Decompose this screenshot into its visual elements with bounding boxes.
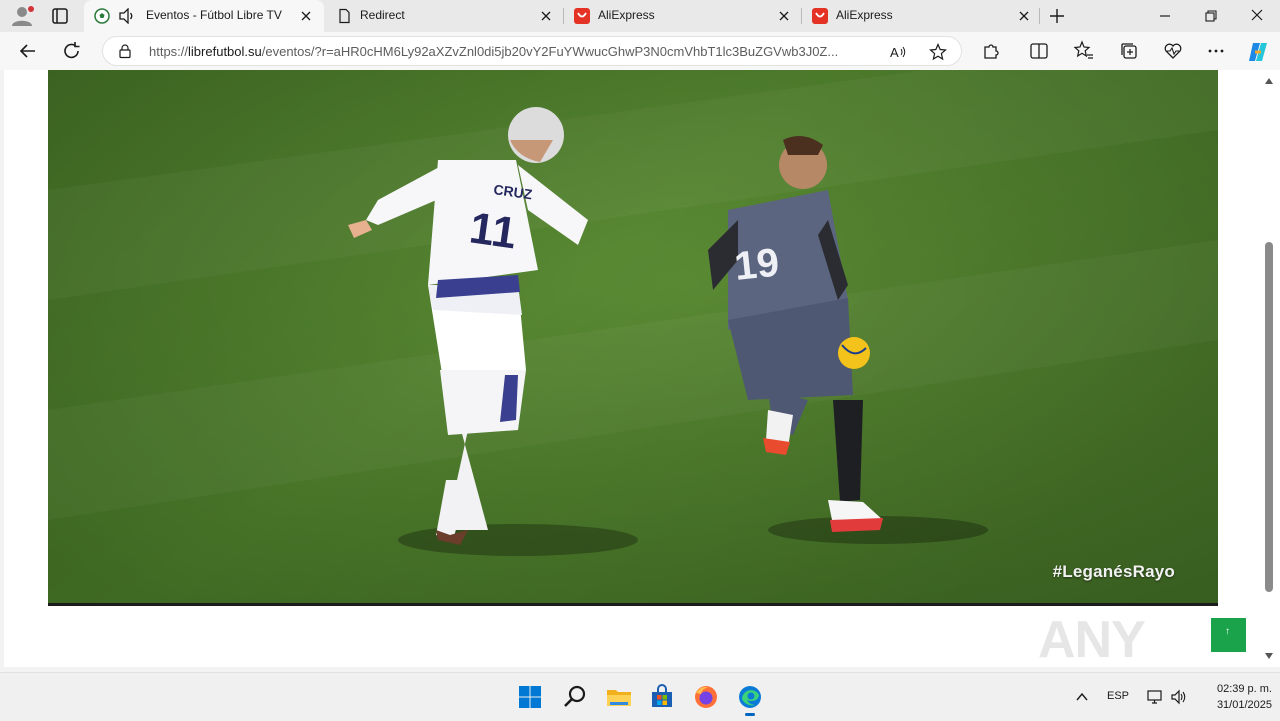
collections-icon [1121,43,1137,59]
tab-eventos[interactable]: Eventos - Fútbol Libre TV [84,0,324,32]
close-window-button[interactable] [1246,6,1268,26]
firefox-icon [695,686,717,708]
refresh-button[interactable] [60,40,84,62]
page-scrollbar[interactable] [1260,70,1280,667]
restore-button[interactable] [1200,6,1222,26]
restore-icon [1205,10,1217,22]
copilot-icon [1249,43,1267,61]
taskbar-firefox[interactable] [692,683,720,711]
tab-strip: Eventos - Fútbol Libre TV Redirect AliEx… [0,0,1280,32]
tab-actions-button[interactable] [48,6,72,26]
file-explorer-icon [607,690,631,706]
tab-title: AliExpress [598,8,655,22]
taskbar-search-button[interactable] [561,683,589,711]
tab-title: Redirect [360,8,405,22]
back-button[interactable] [16,40,40,62]
tab-redirect[interactable]: Redirect [326,0,562,32]
page-icon [339,8,350,24]
volume-icon[interactable] [1170,689,1188,705]
copilot-button[interactable] [1246,40,1268,62]
soccer-ball-icon [94,8,110,24]
web-page: CRUZ 11 19 #LeganésRayo ANY ↑ [4,70,1260,667]
puzzle-icon [984,44,999,59]
plus-icon [1050,9,1064,23]
tab-separator [1039,8,1040,24]
svg-text:A: A [890,45,899,60]
microsoft-store-icon [652,684,672,707]
close-tab-icon[interactable] [776,8,792,24]
collections-button[interactable] [1118,40,1140,62]
back-arrow-icon [19,44,35,58]
clock-date: 31/01/2025 [1216,699,1272,711]
scroll-up-arrow-icon[interactable] [1264,76,1274,86]
scroll-down-arrow-icon[interactable] [1264,651,1274,661]
heart-pulse-icon [1164,43,1182,59]
start-button[interactable] [516,683,544,711]
player-left-number: 11 [467,203,520,258]
minimize-button[interactable] [1154,6,1176,26]
taskbar-edge[interactable] [736,683,764,716]
anyrun-watermark: ANY RUN [1038,611,1145,667]
close-tab-icon[interactable] [538,8,554,24]
close-tab-icon[interactable] [1016,8,1032,24]
search-icon [564,685,586,707]
close-tab-icon[interactable] [298,8,314,24]
url-text[interactable]: https://librefutbol.su/eventos/?r=aHR0cH… [149,44,884,59]
scroll-to-top-button[interactable]: ↑ [1211,618,1246,652]
player-right-number: 19 [732,241,781,289]
active-app-indicator [745,713,755,716]
tab-title: Eventos - Fútbol Libre TV [146,8,282,22]
video-bottom-border [48,603,1218,606]
windows-taskbar: ESP 02:39 p. m. 31/01/2025 [0,672,1280,721]
aliexpress-icon [574,8,590,24]
tab-aliexpress-2[interactable]: AliExpress [802,0,1038,32]
url-path: /eventos/?r=aHR0cHM6Ly92aXZvZnl0di5jb20v… [261,44,839,59]
url-prefix: https:// [149,44,189,59]
tab-title: AliExpress [836,8,893,22]
favorites-button[interactable] [1073,40,1095,62]
split-screen-icon [1030,43,1048,59]
taskbar-file-explorer[interactable] [605,683,633,711]
windows-start-icon [519,686,541,708]
taskbar-microsoft-store[interactable] [648,683,676,711]
video-frame: CRUZ 11 19 [48,70,1218,606]
browser-toolbar: https://librefutbol.su/eventos/?r=aHR0cH… [0,32,1280,70]
video-player[interactable]: CRUZ 11 19 #LeganésRayo [48,70,1218,606]
network-icon[interactable] [1146,689,1164,705]
address-bar[interactable]: https://librefutbol.su/eventos/?r=aHR0cH… [102,36,962,66]
favorite-star-icon[interactable] [929,43,947,61]
speaker-icon[interactable] [118,8,136,24]
tab-actions-icon [52,8,68,24]
system-clock[interactable]: 02:39 p. m. 31/01/2025 [1190,681,1272,713]
close-icon [1251,9,1263,21]
profile-avatar[interactable] [8,4,36,28]
lock-icon[interactable] [117,43,133,59]
more-dots-icon [1208,49,1224,53]
url-domain: librefutbol.su [188,44,262,59]
tab-aliexpress-1[interactable]: AliExpress [564,0,800,32]
read-aloud-icon[interactable]: A [889,43,907,61]
extensions-button[interactable] [980,40,1002,62]
browser-essentials-button[interactable] [1162,40,1184,62]
aliexpress-icon [812,8,828,24]
video-hashtag-overlay: #LeganésRayo [1052,562,1175,581]
settings-more-button[interactable] [1205,40,1227,62]
chevron-up-icon[interactable] [1074,689,1090,705]
minimize-icon [1160,15,1170,17]
language-indicator[interactable]: ESP [1107,690,1129,702]
scrollbar-thumb[interactable] [1265,242,1273,592]
refresh-icon [64,42,80,59]
favorites-star-list-icon [1073,40,1093,59]
notification-dot [28,6,34,12]
new-tab-button[interactable] [1046,6,1068,26]
edge-icon [739,686,761,708]
arrow-up-icon: ↑ [1225,626,1230,637]
split-screen-button[interactable] [1028,40,1050,62]
clock-time: 02:39 p. m. [1216,683,1272,695]
